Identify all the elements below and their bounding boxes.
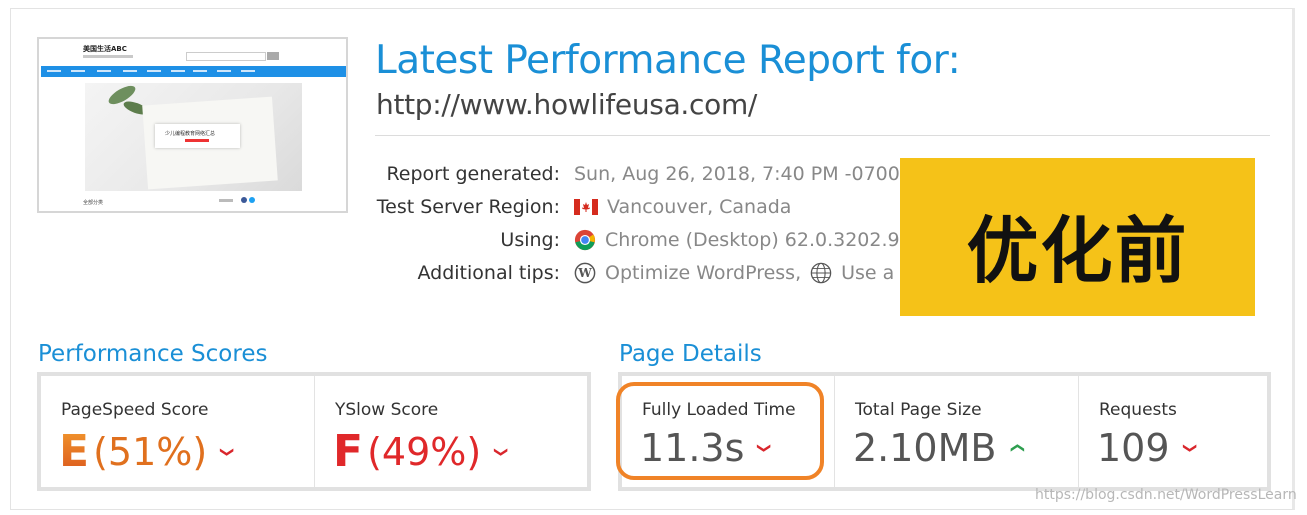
yslow-score-label: YSlow Score <box>335 400 439 420</box>
thumbnail-hero-card: 少儿编程教育网络汇总 <box>155 124 240 148</box>
requests-cell[interactable]: Requests 109 ❯ <box>1078 376 1268 487</box>
report-title: Latest Performance Report for: <box>375 38 961 83</box>
chevron-up-icon: ❯ <box>1008 442 1025 454</box>
test-region-value-group: Vancouver, Canada <box>574 196 791 218</box>
pagespeed-percent: (51%) <box>93 429 208 474</box>
report-generated-label: Report generated: <box>386 163 560 185</box>
additional-tips-value-group: W Optimize WordPress, Use a CD <box>574 262 928 284</box>
thumbnail-nav-bar <box>41 66 346 77</box>
thumbnail-site-title: 美国生活ABC <box>83 45 127 53</box>
thumbnail-search-button <box>267 52 279 60</box>
chevron-down-icon: ❯ <box>1181 442 1198 454</box>
thumbnail-subtitle <box>83 55 133 58</box>
fully-loaded-time-highlight <box>616 382 824 480</box>
using-label: Using: <box>500 229 560 251</box>
thumbnail-footer-bar <box>219 199 233 202</box>
yslow-grade: F <box>333 426 364 477</box>
pagespeed-score-cell[interactable]: PageSpeed Score E (51%) ❯ <box>41 376 314 487</box>
total-page-size-cell[interactable]: Total Page Size 2.10MB ❯ <box>834 376 1079 487</box>
yslow-percent: (49%) <box>367 429 482 474</box>
twitter-icon <box>249 197 255 203</box>
using-value-group: Chrome (Desktop) 62.0.3202.94, <box>574 229 918 251</box>
watermark-text: https://blog.csdn.net/WordPressLearn <box>1035 487 1297 503</box>
pagespeed-score-label: PageSpeed Score <box>61 400 209 420</box>
total-page-size-label: Total Page Size <box>855 400 982 420</box>
total-page-size-value: 2.10MB <box>853 426 997 470</box>
test-region-label: Test Server Region: <box>376 196 560 218</box>
using-row: Using: Chrome (Desktop) 62.0.3202.94, <box>300 229 917 257</box>
report-generated-value: Sun, Aug 26, 2018, 7:40 PM -0700 <box>574 163 900 185</box>
requests-value: 109 <box>1097 426 1170 470</box>
thumbnail-footer-text: 全部分类 <box>83 200 104 206</box>
test-region-value: Vancouver, Canada <box>607 196 792 218</box>
additional-tips-row: Additional tips: W Optimize WordPress, U… <box>300 262 928 290</box>
thumbnail-card-text: 少儿编程教育网络汇总 <box>165 131 216 137</box>
globe-icon <box>810 262 832 284</box>
performance-scores-panel: PageSpeed Score E (51%) ❯ YSlow Score F … <box>37 372 591 491</box>
svg-text:W: W <box>577 266 592 280</box>
tip-optimize-wordpress-link[interactable]: Optimize WordPress, <box>605 262 801 284</box>
yslow-score-cell[interactable]: YSlow Score F (49%) ❯ <box>314 376 588 487</box>
thumbnail-search-box <box>186 52 266 61</box>
chevron-down-icon: ❯ <box>219 445 236 458</box>
facebook-icon <box>241 197 247 203</box>
performance-scores-title: Performance Scores <box>38 341 268 367</box>
additional-tips-label: Additional tips: <box>417 262 560 284</box>
thumbnail-hero-image: 少儿编程教育网络汇总 <box>85 82 302 191</box>
chevron-down-icon: ❯ <box>493 445 510 458</box>
page-details-title: Page Details <box>619 341 762 367</box>
header-divider <box>375 135 1270 136</box>
chrome-icon <box>574 229 596 251</box>
canada-flag-icon <box>574 199 598 215</box>
test-region-row: Test Server Region: Vancouver, Canada <box>300 196 900 224</box>
before-optimization-banner: 优化前 <box>900 158 1255 316</box>
wordpress-icon: W <box>574 262 596 284</box>
before-optimization-label: 优化前 <box>966 209 1189 293</box>
using-value: Chrome (Desktop) 62.0.3202.94, <box>605 229 918 251</box>
requests-label: Requests <box>1099 400 1177 420</box>
report-generated-row: Report generated: Sun, Aug 26, 2018, 7:4… <box>300 163 900 191</box>
pagespeed-grade: E <box>59 426 90 477</box>
report-url[interactable]: http://www.howlifeusa.com/ <box>376 88 757 121</box>
